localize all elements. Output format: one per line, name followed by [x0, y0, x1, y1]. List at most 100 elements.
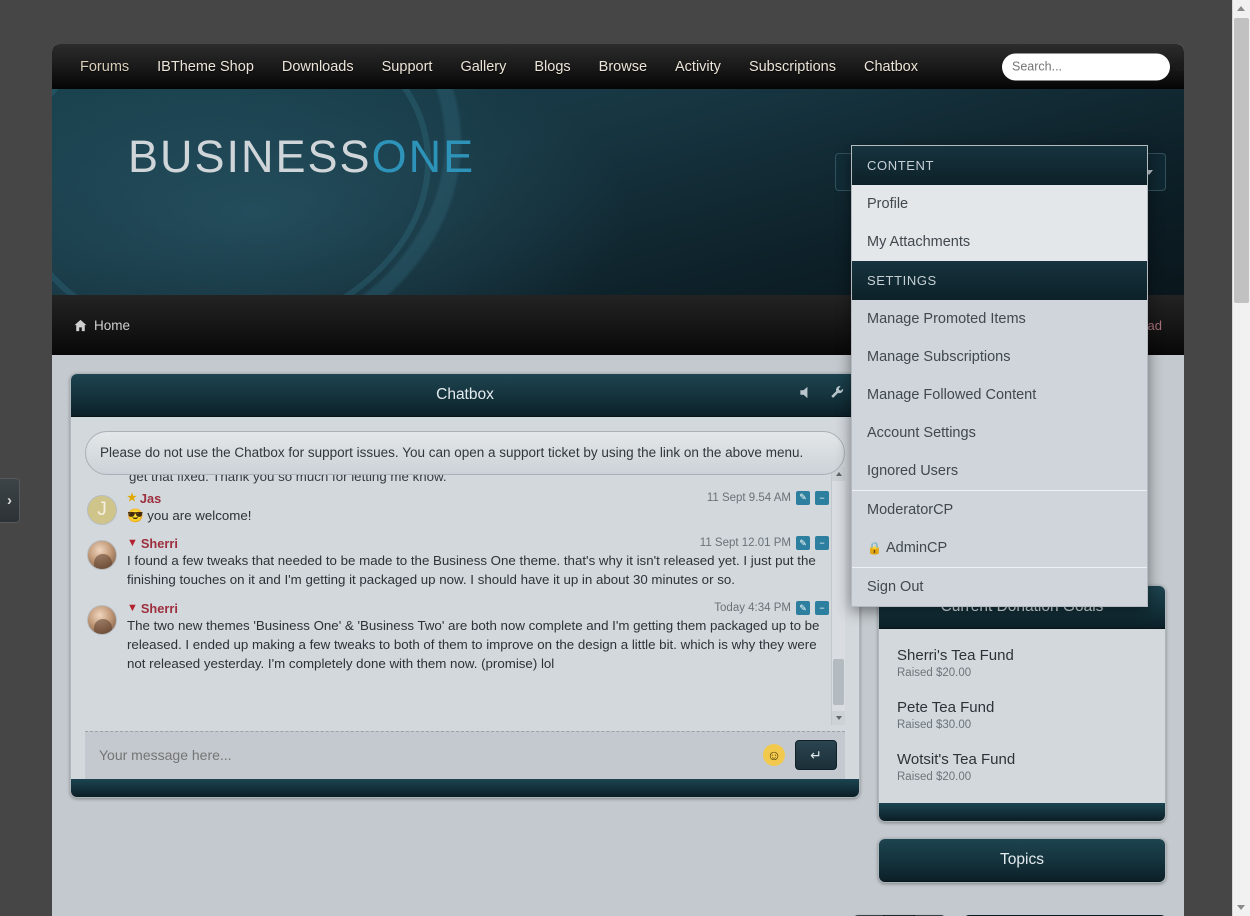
chat-message-meta: Today 4:34 PM ✎ − — [714, 601, 829, 616]
dropdown-item-my-attachments[interactable]: My Attachments — [852, 223, 1147, 261]
forums-header-row: Forums Start new topic — [52, 899, 1184, 916]
home-icon — [74, 319, 87, 331]
dropdown-item-admincp[interactable]: 🔒 AdminCP — [852, 529, 1147, 567]
avatar[interactable]: J — [87, 494, 117, 525]
dropdown-section-header-settings: SETTINGS — [852, 261, 1147, 300]
site-logo[interactable]: BUSINESSONE — [128, 131, 475, 183]
donation-goal-raised: Raised $30.00 — [897, 719, 972, 731]
donation-goals-panel: Current Donation Goals Sherri's Tea Fund… — [878, 585, 1166, 822]
chat-message: ▼ Sherri The two new themes 'Business One… — [87, 594, 829, 678]
dropdown-item-sign-out[interactable]: Sign Out — [852, 567, 1147, 606]
nav-item-forums[interactable]: Forums — [66, 59, 143, 75]
nav-item-activity[interactable]: Activity — [661, 59, 735, 75]
topics-panel: Topics — [878, 838, 1166, 883]
chat-message-timestamp: 11 Sept 9.54 AM — [706, 491, 791, 504]
chat-message-timestamp: Today 4:34 PM — [714, 602, 791, 615]
chatbox-title: Chatbox — [436, 386, 494, 403]
donation-goal-name: Wotsit's Tea Fund — [897, 751, 1016, 768]
chatbox-footer — [71, 778, 859, 797]
nav-item-blogs[interactable]: Blogs — [520, 59, 584, 75]
chatbox-input-row: ☺ ↵ — [85, 730, 845, 779]
nav-item-ibtheme-shop[interactable]: IBTheme Shop — [143, 59, 268, 75]
dropdown-item-ignored-users[interactable]: Ignored Users — [852, 452, 1147, 490]
breadcrumb-home[interactable]: Home — [74, 318, 130, 333]
delete-message-icon[interactable]: − — [815, 536, 829, 551]
scrollbar-up-arrow[interactable] — [1233, 0, 1250, 17]
logo-text-primary: BUSINESS — [128, 131, 372, 182]
chat-author-name: Sherri — [140, 601, 178, 617]
edit-message-icon[interactable]: ✎ — [796, 536, 810, 551]
dropdown-item-moderatorcp[interactable]: ModeratorCP — [852, 490, 1147, 529]
chat-message-text: 😎 you are welcome! — [127, 507, 252, 523]
delete-message-icon[interactable]: − — [815, 490, 829, 505]
mark-site-read-link[interactable]: ad — [1148, 318, 1162, 333]
chatbox-notice: Please do not use the Chatbox for suppor… — [85, 431, 845, 475]
chatbox-message-input[interactable] — [99, 747, 753, 764]
rank-triangle-icon: ▼ — [127, 537, 138, 550]
chat-message-meta: 11 Sept 12.01 PM ✎ − — [699, 536, 829, 551]
chatbox-panel: Chatbox Please do not use the Chatbox fo… — [70, 373, 860, 798]
chatbox-messages: get that fixed. Thank you so much for le… — [85, 467, 845, 678]
donation-goal-name: Pete Tea Fund — [897, 699, 995, 716]
left-panel-toggle[interactable]: › — [0, 478, 20, 523]
edit-message-icon[interactable]: ✎ — [796, 601, 810, 616]
dropdown-item-manage-followed-content[interactable]: Manage Followed Content — [852, 376, 1147, 414]
list-item[interactable]: Sherri's Tea Fund Raised $20.00 — [879, 641, 1165, 693]
scrollbar-thumb[interactable] — [1234, 18, 1249, 303]
dropdown-item-manage-promoted-items[interactable]: Manage Promoted Items — [852, 300, 1147, 338]
emoji-picker-icon[interactable]: ☺ — [763, 744, 785, 767]
chat-message-text: The two new themes 'Business One' & 'Bus… — [127, 618, 820, 671]
chatbox-header: Chatbox — [71, 374, 859, 417]
user-dropdown-menu: CONTENT Profile My Attachments SETTINGS … — [851, 145, 1148, 607]
list-item[interactable]: Wotsit's Tea Fund Raised $20.00 — [879, 745, 1165, 797]
donation-goal-name: Sherri's Tea Fund — [897, 647, 1014, 664]
browser-scrollbar[interactable] — [1232, 0, 1250, 916]
send-message-button[interactable]: ↵ — [795, 740, 837, 771]
avatar[interactable] — [87, 540, 117, 571]
nav-item-subscriptions[interactable]: Subscriptions — [735, 59, 850, 75]
chatbox-scroll-down-arrow[interactable] — [832, 710, 845, 725]
nav-item-gallery[interactable]: Gallery — [446, 59, 520, 75]
dropdown-item-admincp-label: AdminCP — [885, 540, 948, 556]
dropdown-item-manage-subscriptions[interactable]: Manage Subscriptions — [852, 338, 1147, 376]
chatbox-header-icons — [799, 385, 845, 405]
screen-root: › Forums IBTheme Shop Downloads Support … — [0, 0, 1250, 916]
donation-goal-raised: Raised $20.00 — [897, 667, 972, 679]
list-item[interactable]: Pete Tea Fund Raised $30.00 — [879, 693, 1165, 745]
chat-message: J ★ Jas 😎 you are welcome! 11 Sept 9.54 A… — [87, 484, 829, 530]
nav-item-browse[interactable]: Browse — [585, 59, 661, 75]
nav-item-support[interactable]: Support — [368, 59, 447, 75]
dropdown-item-account-settings[interactable]: Account Settings — [852, 414, 1147, 452]
chat-message: ▼ Sherri I found a few tweaks that needed… — [87, 529, 829, 594]
search-input[interactable] — [1012, 59, 1173, 74]
nav-item-chatbox[interactable]: Chatbox — [850, 59, 932, 75]
chat-message-timestamp: 11 Sept 12.01 PM — [699, 537, 791, 550]
breadcrumb-home-label: Home — [94, 317, 131, 333]
donation-goal-raised: Raised $20.00 — [897, 771, 972, 783]
search-box[interactable] — [1002, 53, 1184, 80]
chat-message-text: I found a few tweaks that needed to be m… — [127, 553, 816, 588]
chatbox-scroll-thumb[interactable] — [833, 658, 844, 705]
wrench-settings-icon[interactable] — [830, 385, 845, 405]
search-icon[interactable] — [1173, 59, 1184, 75]
rank-triangle-icon: ▼ — [127, 602, 138, 615]
rank-star-icon: ★ — [127, 491, 137, 504]
main-navigation: Forums IBTheme Shop Downloads Support Ga… — [52, 44, 1184, 89]
donation-goals-list: Sherri's Tea Fund Raised $20.00 Pete Tea… — [879, 629, 1165, 803]
logo-text-secondary: ONE — [371, 131, 476, 182]
chat-author-name: Sherri — [140, 536, 178, 552]
avatar[interactable] — [87, 605, 117, 636]
delete-message-icon[interactable]: − — [815, 601, 829, 616]
scrollbar-down-arrow[interactable] — [1233, 899, 1250, 916]
lock-icon: 🔒 — [867, 541, 882, 555]
edit-message-icon[interactable]: ✎ — [796, 490, 810, 505]
chat-author-name: Jas — [139, 490, 162, 506]
dropdown-section-header-content: CONTENT — [852, 146, 1147, 185]
topics-panel-title: Topics — [1000, 851, 1044, 868]
sound-mute-icon[interactable] — [799, 386, 814, 404]
nav-item-downloads[interactable]: Downloads — [268, 59, 368, 75]
chatbox-messages-scroll[interactable]: get that fixed. Thank you so much for le… — [85, 466, 845, 725]
main-column: Chatbox Please do not use the Chatbox fo… — [70, 373, 860, 899]
dropdown-item-profile[interactable]: Profile — [852, 185, 1147, 223]
chatbox-scrollbar[interactable] — [831, 466, 845, 725]
